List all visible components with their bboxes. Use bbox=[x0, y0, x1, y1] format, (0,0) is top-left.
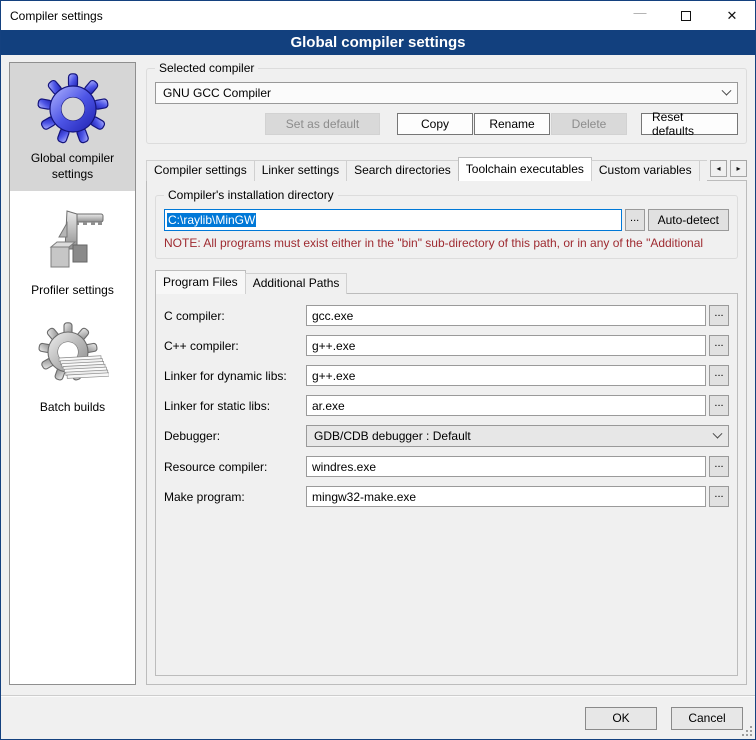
gray-gear-stack-icon bbox=[37, 322, 109, 394]
tab-linker-settings[interactable]: Linker settings bbox=[254, 160, 347, 181]
subtab-additional-paths[interactable]: Additional Paths bbox=[245, 273, 348, 294]
sidebar-item-label: Profiler settings bbox=[31, 283, 114, 299]
caliper-icon bbox=[37, 205, 109, 277]
program-files-panel: C compiler: gcc.exe ... C++ compiler: g+… bbox=[155, 293, 738, 676]
set-as-default-button[interactable]: Set as default bbox=[265, 113, 380, 135]
browse-button[interactable]: ... bbox=[709, 365, 729, 386]
make-program-input[interactable]: mingw32-make.exe bbox=[306, 486, 706, 507]
browse-button[interactable]: ... bbox=[709, 305, 729, 326]
tab-scroll-right-button[interactable]: ▸ bbox=[730, 160, 747, 177]
browse-button[interactable]: ... bbox=[709, 456, 729, 477]
selected-compiler-group: Selected compiler GNU GCC Compiler Set a… bbox=[146, 68, 747, 144]
form-row-c-compiler: C compiler: gcc.exe ... bbox=[164, 305, 729, 326]
field-label: Linker for static libs: bbox=[164, 399, 306, 413]
form-row-make-program: Make program: mingw32-make.exe ... bbox=[164, 486, 729, 507]
sidebar-item-label: Global compiler settings bbox=[14, 151, 131, 182]
resize-grip[interactable] bbox=[740, 724, 753, 737]
minimize-button[interactable]: — bbox=[617, 1, 663, 30]
auto-detect-button[interactable]: Auto-detect bbox=[648, 209, 729, 231]
maximize-button[interactable] bbox=[663, 1, 709, 30]
chevron-down-icon bbox=[713, 428, 723, 438]
window-title: Compiler settings bbox=[1, 9, 103, 23]
compiler-settings-dialog: Compiler settings — ✕ Global compiler se… bbox=[0, 0, 756, 740]
titlebar-buttons: — ✕ bbox=[617, 1, 755, 30]
installation-directory-legend: Compiler's installation directory bbox=[164, 188, 338, 202]
sidebar-item-profiler-settings[interactable]: Profiler settings bbox=[10, 195, 135, 308]
selected-compiler-legend: Selected compiler bbox=[155, 61, 258, 75]
tab-scroll-arrows: ◂ ▸ bbox=[710, 160, 747, 177]
subtab-program-files[interactable]: Program Files bbox=[155, 270, 246, 294]
field-label: Resource compiler: bbox=[164, 460, 306, 474]
main-tabs: Compiler settings Linker settings Search… bbox=[146, 157, 707, 181]
tab-search-directories[interactable]: Search directories bbox=[346, 160, 459, 181]
toolchain-executables-panel: Compiler's installation directory C:\ray… bbox=[146, 180, 747, 685]
debugger-select[interactable]: GDB/CDB debugger : Default bbox=[306, 425, 729, 447]
tab-custom-variables[interactable]: Custom variables bbox=[591, 160, 700, 181]
tab-build-options[interactable]: Build options bbox=[699, 160, 707, 181]
copy-button[interactable]: Copy bbox=[397, 113, 473, 135]
close-button[interactable]: ✕ bbox=[709, 1, 755, 30]
installation-directory-input[interactable]: C:\raylib\MinGW bbox=[164, 209, 622, 231]
settings-sidebar: Global compiler settings bbox=[9, 62, 136, 685]
resource-compiler-input[interactable]: windres.exe bbox=[306, 456, 706, 477]
field-label: Debugger: bbox=[164, 429, 306, 443]
cancel-button[interactable]: Cancel bbox=[671, 707, 743, 730]
debugger-select-value: GDB/CDB debugger : Default bbox=[314, 429, 471, 443]
delete-button[interactable]: Delete bbox=[551, 113, 627, 135]
sidebar-item-batch-builds[interactable]: Batch builds bbox=[10, 312, 135, 425]
ok-button[interactable]: OK bbox=[585, 707, 657, 730]
field-label: Linker for dynamic libs: bbox=[164, 369, 306, 383]
installation-directory-group: Compiler's installation directory C:\ray… bbox=[155, 195, 738, 259]
compiler-buttons-row: Set as default Copy Rename Delete Reset … bbox=[155, 113, 738, 135]
blue-gear-icon bbox=[37, 73, 109, 145]
field-label: C compiler: bbox=[164, 309, 306, 323]
c-compiler-input[interactable]: gcc.exe bbox=[306, 305, 706, 326]
browse-button[interactable]: ... bbox=[709, 335, 729, 356]
close-icon: ✕ bbox=[727, 8, 738, 24]
program-files-tabstrip: Program Files Additional Paths bbox=[155, 271, 738, 294]
compiler-select[interactable]: GNU GCC Compiler bbox=[155, 82, 738, 104]
form-row-static-linker: Linker for static libs: ar.exe ... bbox=[164, 395, 729, 416]
browse-directory-button[interactable]: ... bbox=[625, 209, 645, 231]
browse-button[interactable]: ... bbox=[709, 395, 729, 416]
static-linker-input[interactable]: ar.exe bbox=[306, 395, 706, 416]
form-row-dynamic-linker: Linker for dynamic libs: g++.exe ... bbox=[164, 365, 729, 386]
sidebar-item-global-compiler-settings[interactable]: Global compiler settings bbox=[10, 63, 135, 191]
cpp-compiler-input[interactable]: g++.exe bbox=[306, 335, 706, 356]
form-row-resource-compiler: Resource compiler: windres.exe ... bbox=[164, 456, 729, 477]
tab-scroll-left-button[interactable]: ◂ bbox=[710, 160, 727, 177]
dialog-footer: OK Cancel bbox=[1, 697, 755, 739]
page-title: Global compiler settings bbox=[290, 34, 465, 51]
chevron-down-icon bbox=[722, 85, 732, 95]
bin-subdirectory-note: NOTE: All programs must exist either in … bbox=[164, 236, 729, 250]
installation-directory-value: C:\raylib\MinGW bbox=[167, 213, 256, 227]
compiler-select-value: GNU GCC Compiler bbox=[163, 86, 271, 100]
titlebar: Compiler settings — ✕ bbox=[1, 1, 755, 30]
arrow-left-icon: ◂ bbox=[716, 164, 720, 173]
tab-toolchain-executables[interactable]: Toolchain executables bbox=[458, 157, 592, 181]
field-label: Make program: bbox=[164, 490, 306, 504]
minimize-icon: — bbox=[634, 5, 647, 26]
tab-compiler-settings[interactable]: Compiler settings bbox=[146, 160, 255, 181]
arrow-right-icon: ▸ bbox=[736, 164, 740, 173]
rename-button[interactable]: Rename bbox=[474, 113, 550, 135]
field-label: C++ compiler: bbox=[164, 339, 306, 353]
reset-defaults-button[interactable]: Reset defaults bbox=[641, 113, 738, 135]
sidebar-item-label: Batch builds bbox=[40, 400, 105, 416]
maximize-icon bbox=[681, 11, 691, 21]
form-row-debugger: Debugger: GDB/CDB debugger : Default bbox=[164, 425, 729, 447]
browse-button[interactable]: ... bbox=[709, 486, 729, 507]
dialog-header: Global compiler settings bbox=[1, 30, 755, 55]
dynamic-linker-input[interactable]: g++.exe bbox=[306, 365, 706, 386]
form-row-cpp-compiler: C++ compiler: g++.exe ... bbox=[164, 335, 729, 356]
main-tabstrip: Compiler settings Linker settings Search… bbox=[146, 157, 747, 181]
